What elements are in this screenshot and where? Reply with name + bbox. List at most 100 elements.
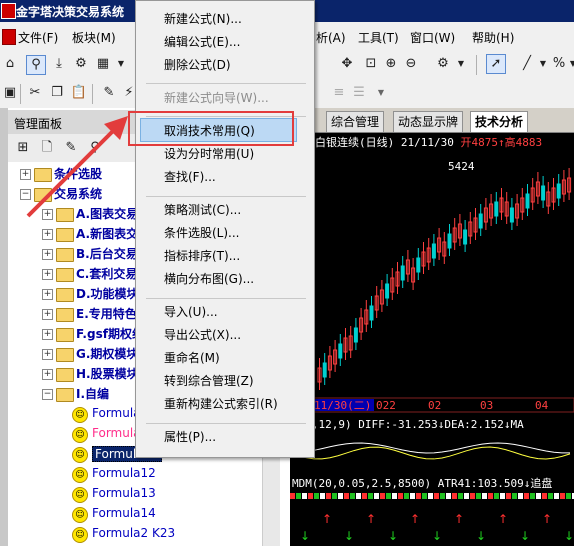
signal-band: [338, 493, 343, 499]
move-icon[interactable]: ✥: [338, 55, 356, 73]
expand-icon[interactable]: +: [42, 229, 53, 240]
edit-icon[interactable]: ✎: [100, 84, 118, 102]
align-icon[interactable]: ≡: [330, 84, 348, 102]
menu-item-6[interactable]: 设为分时常用(U): [164, 145, 254, 162]
cursor-icon[interactable]: ➚: [486, 54, 506, 74]
signal-band: [440, 493, 445, 499]
candle: [556, 183, 561, 199]
signal-band: [410, 493, 415, 499]
expand-icon[interactable]: +: [42, 309, 53, 320]
grid-icon[interactable]: ▦: [94, 55, 112, 73]
download-icon[interactable]: ⤓: [50, 55, 68, 73]
signal-band: [308, 493, 313, 499]
percent-dropdown-icon[interactable]: ▼: [564, 55, 574, 73]
edit-file-icon[interactable]: ✎: [62, 139, 80, 157]
collapse-icon[interactable]: −: [20, 189, 31, 200]
signal-band: [332, 493, 337, 499]
zoom-out-icon[interactable]: ⊖: [402, 55, 420, 73]
tab-technical-analysis[interactable]: 技术分析: [470, 111, 529, 132]
expand-icon[interactable]: +: [42, 269, 53, 280]
candle: [353, 327, 358, 343]
signal-band: [548, 493, 553, 499]
menu-tools[interactable]: 工具(T): [358, 29, 399, 46]
down-signal-icon: ↓: [520, 529, 530, 543]
menu-item-15[interactable]: 转到综合管理(Z): [164, 372, 254, 389]
menu-help[interactable]: 帮助(H): [472, 29, 514, 46]
menu-item-7[interactable]: 查找(F)...: [164, 168, 216, 185]
expand-icon[interactable]: +: [20, 169, 31, 180]
copy-icon[interactable]: ❐: [48, 84, 66, 102]
tab-general-management[interactable]: 综合管理: [326, 111, 385, 132]
list-dropdown-icon[interactable]: ▼: [372, 84, 390, 102]
expand-icon[interactable]: +: [42, 209, 53, 220]
document-icon: [2, 29, 16, 45]
menu-item-10[interactable]: 指标排序(T)...: [164, 247, 240, 264]
expand-icon[interactable]: +: [42, 349, 53, 360]
tree-node[interactable]: ☺ Formula12: [8, 465, 262, 484]
dropdown-icon[interactable]: ▼: [112, 55, 130, 73]
menu-file[interactable]: 文件(F): [18, 29, 58, 46]
zoom-in-icon[interactable]: ⊕: [382, 55, 400, 73]
side-strip: [0, 108, 8, 546]
settings-icon[interactable]: ⚙: [72, 55, 90, 73]
candle: [431, 243, 436, 259]
menu-analysis[interactable]: 析(A): [316, 29, 346, 46]
save-icon[interactable]: ▣: [1, 84, 19, 102]
fit-icon[interactable]: ⊡: [362, 55, 380, 73]
link-icon[interactable]: ⚲: [26, 55, 46, 75]
cut-icon[interactable]: ✂: [26, 84, 44, 102]
menu-item-1[interactable]: 新建公式(N)...: [164, 10, 242, 27]
menu-item-12[interactable]: 导入(U)...: [164, 303, 218, 320]
menu-item-8[interactable]: 策略测试(C)...: [164, 201, 241, 218]
tab-dynamic-board[interactable]: 动态显示牌: [393, 111, 464, 132]
tree-node[interactable]: ☺ Formula2 K23: [8, 525, 262, 544]
tree-node-label: I.自编: [76, 387, 110, 401]
menu-item-9[interactable]: 条件选股(L)...: [164, 224, 240, 241]
menu-item-14[interactable]: 重命名(M): [164, 349, 220, 366]
expand-icon[interactable]: +: [42, 329, 53, 340]
expand-icon[interactable]: +: [42, 289, 53, 300]
home-icon[interactable]: ⌂: [1, 55, 19, 73]
smiley-icon: ☺: [72, 467, 88, 483]
candle: [369, 305, 374, 321]
menu-item-16[interactable]: 重新构建公式索引(R): [164, 395, 278, 412]
new-folder-icon[interactable]: ⊞: [14, 139, 32, 157]
gear-icon[interactable]: ⚙: [434, 55, 452, 73]
candle: [416, 257, 421, 273]
menu-item-11[interactable]: 横向分布图(G)...: [164, 270, 254, 287]
gear-dropdown-icon[interactable]: ▼: [452, 55, 470, 73]
signal-band: [296, 493, 301, 499]
tree-node[interactable]: ☺ Formula14: [8, 505, 262, 524]
signal-band: [326, 493, 331, 499]
signal-band: [350, 493, 355, 499]
find-icon[interactable]: ⚲: [86, 139, 104, 157]
signal-band: [290, 493, 295, 499]
menu-item-13[interactable]: 导出公式(X)...: [164, 326, 241, 343]
menu-board[interactable]: 板块(M): [72, 29, 116, 46]
expand-icon[interactable]: +: [42, 249, 53, 260]
menu-window[interactable]: 窗口(W): [410, 29, 455, 46]
signal-band: [386, 493, 391, 499]
collapse-icon[interactable]: −: [42, 389, 53, 400]
signal-band: [416, 493, 421, 499]
folder-icon: [56, 328, 74, 342]
candle: [478, 213, 483, 229]
signal-band: [482, 493, 487, 499]
tree-node[interactable]: ☺ Formula13: [8, 485, 262, 504]
folder-icon: [56, 348, 74, 362]
paste-icon[interactable]: 📋: [70, 84, 88, 102]
new-file-icon[interactable]: 🗋: [38, 139, 56, 157]
expand-icon[interactable]: +: [42, 369, 53, 380]
tree-node-label: B.后台交易: [76, 247, 138, 261]
list-icon[interactable]: ☰: [350, 84, 368, 102]
date-tick: 022: [376, 399, 396, 412]
up-signal-icon: ↑: [542, 512, 552, 526]
date-tick: 04: [535, 399, 549, 412]
smiley-icon: ☺: [72, 407, 88, 423]
signal-band: [302, 493, 307, 499]
menu-item-17[interactable]: 属性(P)...: [164, 428, 216, 445]
panel-title: 管理面板: [14, 117, 63, 131]
menu-item-3[interactable]: 删除公式(D): [164, 56, 231, 73]
menu-item-2[interactable]: 编辑公式(E)...: [164, 33, 240, 50]
signal-band: [470, 493, 475, 499]
